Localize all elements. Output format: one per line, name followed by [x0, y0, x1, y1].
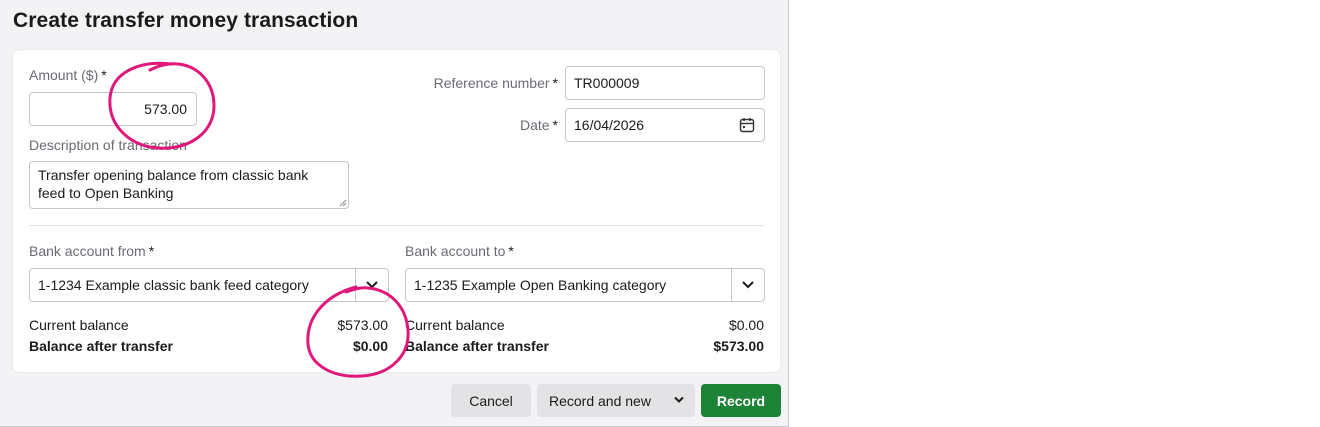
required-mark: * [552, 75, 558, 91]
bank-account-to-label-text: Bank account to [405, 243, 506, 259]
date-label-text: Date [519, 117, 550, 133]
resize-handle-icon[interactable] [339, 199, 347, 207]
chevron-down-icon[interactable] [365, 279, 379, 291]
date-input[interactable]: 16/04/2026 [565, 108, 765, 142]
record-and-new-button-label: Record and new [549, 392, 651, 409]
amount-label-text: Amount ($) [29, 67, 99, 83]
section-divider [29, 225, 764, 226]
reference-value: TR000009 [574, 75, 640, 91]
description-line-2: feed to Open Banking [38, 185, 174, 201]
description-label: Description of transaction [29, 137, 187, 153]
bank-account-from-select[interactable]: 1-1234 Example classic bank feed categor… [29, 268, 389, 302]
to-current-balance-value: $0.00 [728, 317, 764, 333]
chevron-down-icon[interactable] [741, 279, 755, 291]
reference-label-text: Reference number [433, 75, 550, 91]
required-mark: * [508, 243, 514, 259]
dialog-title: Create transfer money transaction [13, 9, 359, 32]
cancel-button-label: Cancel [469, 392, 513, 409]
from-current-balance-label: Current balance [29, 317, 129, 333]
description-textarea[interactable]: Transfer opening balance from classic ba… [29, 161, 349, 209]
to-current-balance-label: Current balance [405, 317, 505, 333]
date-value: 16/04/2026 [574, 117, 645, 133]
to-balance-after-value: $573.00 [713, 338, 764, 354]
bank-account-from-value: 1-1234 Example classic bank feed categor… [38, 277, 309, 293]
form-card: Amount ($) * 573.00 Description of transa… [13, 50, 780, 372]
bank-account-to-select[interactable]: 1-1235 Example Open Banking category [405, 268, 765, 302]
calendar-icon[interactable] [739, 117, 755, 133]
amount-input[interactable]: 573.00 [29, 92, 197, 126]
required-mark: * [101, 67, 107, 83]
from-balance-after-value: $0.00 [352, 338, 388, 354]
to-balance-after-label: Balance after transfer [405, 338, 549, 354]
date-label: Date * [520, 117, 558, 133]
required-mark: * [552, 117, 558, 133]
record-button-label: Record [716, 392, 766, 409]
reference-number-input[interactable]: TR000009 [565, 66, 765, 100]
select-separator [731, 269, 732, 301]
description-line-1: Transfer opening balance from classic ba… [38, 167, 309, 183]
reference-label: Reference number * [434, 75, 558, 91]
chevron-down-icon[interactable] [673, 395, 685, 405]
record-and-new-button[interactable]: Record and new [537, 384, 695, 417]
from-balance-after-label: Balance after transfer [29, 338, 173, 354]
bank-account-from-label: Bank account from * [29, 243, 154, 259]
amount-label: Amount ($) * [29, 67, 107, 83]
cancel-button[interactable]: Cancel [451, 384, 531, 417]
bank-account-to-value: 1-1235 Example Open Banking category [414, 277, 667, 293]
bank-account-to-label: Bank account to * [405, 243, 514, 259]
amount-value: 573.00 [144, 101, 187, 117]
from-current-balance-value: $573.00 [337, 317, 388, 333]
required-mark: * [148, 243, 155, 259]
bank-account-from-label-text: Bank account from [29, 243, 146, 259]
transfer-money-dialog: Create transfer money transaction Amount… [0, 0, 789, 427]
select-separator [355, 269, 356, 301]
record-button[interactable]: Record [701, 384, 781, 417]
